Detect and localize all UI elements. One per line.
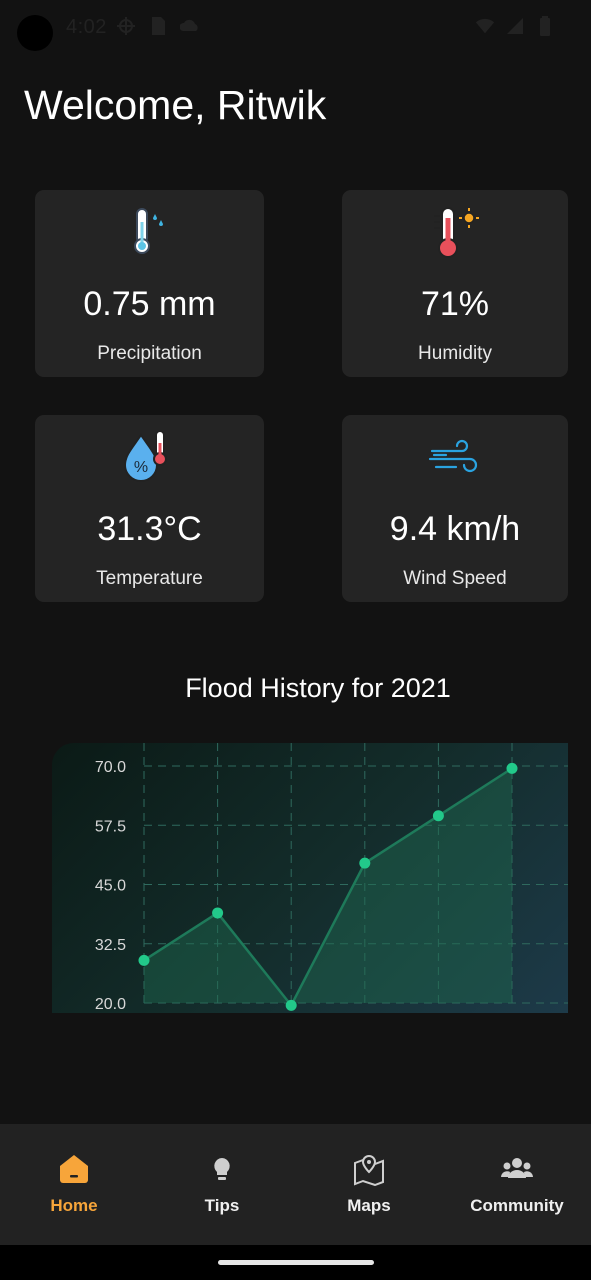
nav-item-home[interactable]: Home bbox=[0, 1124, 148, 1245]
nav-item-tips[interactable]: Tips bbox=[148, 1124, 296, 1245]
precipitation-card: 0.75 mm Precipitation bbox=[35, 190, 264, 377]
status-notification-icons bbox=[116, 15, 200, 37]
welcome-heading: Welcome, Ritwik bbox=[24, 82, 327, 128]
svg-text:%: % bbox=[133, 459, 147, 476]
map-pin-icon bbox=[354, 1154, 384, 1186]
gps-icon bbox=[117, 17, 135, 35]
nav-item-maps[interactable]: Maps bbox=[295, 1124, 443, 1245]
data-point bbox=[285, 999, 297, 1011]
status-time: 4:02 bbox=[66, 16, 107, 38]
cloud-icon bbox=[180, 19, 198, 31]
flood-history-chart: 20.0 32.5 45.0 57.5 70.0 bbox=[52, 743, 568, 1013]
nav-label-community: Community bbox=[470, 1196, 564, 1215]
data-point bbox=[359, 857, 371, 869]
y-tick-label: 45.0 bbox=[95, 878, 126, 895]
chart-plot: 20.0 32.5 45.0 57.5 70.0 bbox=[95, 743, 568, 1013]
status-bar: 4:02 bbox=[0, 0, 591, 56]
nav-label-maps: Maps bbox=[347, 1196, 391, 1215]
thermometer-rain-icon bbox=[133, 208, 163, 254]
data-point bbox=[506, 762, 518, 774]
battery-icon bbox=[540, 16, 550, 36]
precipitation-value: 0.75 mm bbox=[83, 285, 216, 323]
wind-icon bbox=[428, 439, 478, 473]
humidity-label: Humidity bbox=[418, 343, 492, 364]
bottom-navigation: Home Tips Maps Community bbox=[0, 1124, 591, 1245]
signal-icon bbox=[507, 18, 523, 34]
home-icon bbox=[60, 1155, 88, 1183]
y-tick-label: 57.5 bbox=[95, 818, 126, 835]
gesture-bar bbox=[0, 1245, 591, 1280]
precipitation-label: Precipitation bbox=[97, 343, 202, 364]
wifi-icon bbox=[475, 18, 495, 34]
y-tick-label: 32.5 bbox=[95, 937, 126, 954]
wind-speed-card: 9.4 km/h Wind Speed bbox=[342, 415, 568, 602]
data-point bbox=[138, 954, 150, 966]
y-tick-label: 70.0 bbox=[95, 759, 126, 776]
humidity-value: 71% bbox=[420, 285, 490, 323]
y-tick-label: 20.0 bbox=[95, 996, 126, 1013]
nav-item-community[interactable]: Community bbox=[443, 1124, 591, 1245]
data-point bbox=[212, 907, 224, 919]
chart-title: Flood History for 2021 bbox=[185, 673, 451, 703]
humidity-drop-icon: % bbox=[123, 430, 167, 482]
wind-speed-value: 9.4 km/h bbox=[389, 510, 521, 548]
people-icon bbox=[501, 1158, 533, 1178]
temperature-label: Temperature bbox=[96, 568, 203, 589]
data-point bbox=[432, 810, 444, 822]
temperature-value: 31.3°C bbox=[97, 510, 202, 548]
temperature-card: % 31.3°C Temperature bbox=[35, 415, 264, 602]
nav-label-home: Home bbox=[50, 1196, 98, 1215]
humidity-card: 71% Humidity bbox=[342, 190, 568, 377]
thermometer-sun-icon bbox=[434, 207, 479, 258]
sim-card-icon bbox=[152, 17, 165, 35]
home-indicator[interactable] bbox=[218, 1260, 374, 1265]
lightbulb-icon bbox=[214, 1158, 230, 1180]
camera-cutout bbox=[17, 15, 53, 51]
wind-speed-label: Wind Speed bbox=[403, 568, 507, 589]
nav-label-tips: Tips bbox=[204, 1196, 240, 1215]
status-system-icons bbox=[475, 15, 555, 37]
